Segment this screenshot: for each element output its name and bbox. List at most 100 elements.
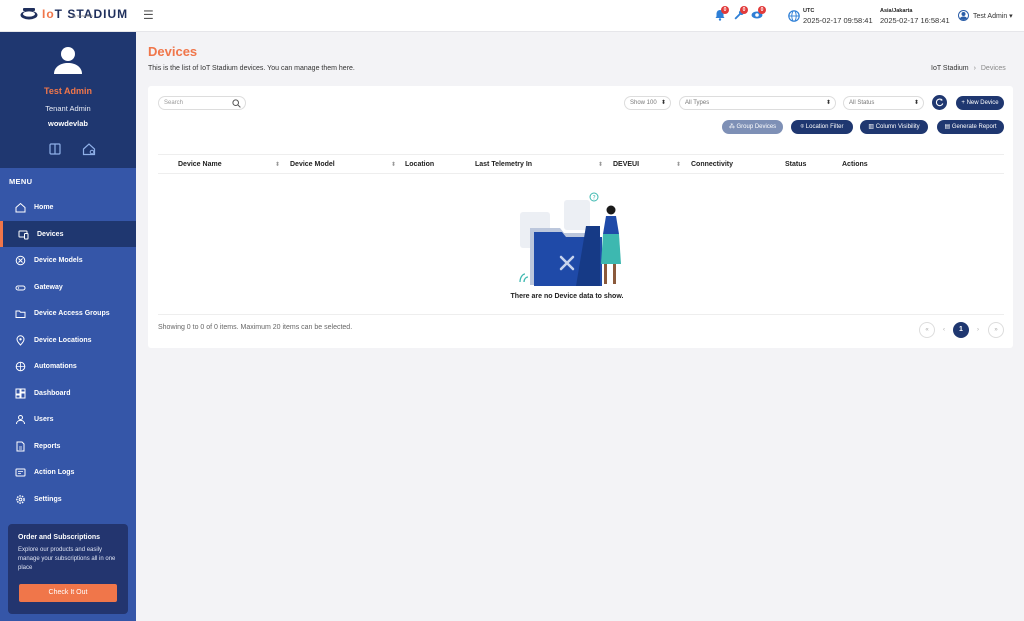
sidebar-item-device-models[interactable]: Device Models bbox=[0, 247, 136, 273]
search-icon bbox=[232, 99, 241, 108]
user-avatar-icon bbox=[958, 10, 969, 21]
watch-eye-icon[interactable]: 0 bbox=[751, 6, 766, 23]
sidebar-item-label: Device Locations bbox=[34, 336, 92, 344]
sidebar-item-home[interactable]: Home bbox=[0, 194, 136, 220]
sidebar-item-automations[interactable]: Automations bbox=[0, 353, 136, 379]
sort-caret-icon: ⬍ bbox=[913, 100, 919, 106]
sidebar-item-action-logs[interactable]: Action Logs bbox=[0, 459, 136, 485]
generate-report-button[interactable]: ▤ Generate Report bbox=[937, 120, 1004, 134]
sidebar-item-label: Gateway bbox=[34, 283, 63, 291]
home-icon bbox=[15, 202, 26, 213]
column-header-last-telemetry[interactable]: Last Telemetry In bbox=[475, 155, 532, 175]
folder-icon bbox=[15, 308, 26, 319]
promo-card: Order and Subscriptions Explore our prod… bbox=[8, 524, 128, 614]
column-header-status[interactable]: Status bbox=[785, 155, 806, 175]
hamburger-menu-icon[interactable]: ☰ bbox=[143, 9, 154, 21]
breadcrumb-root[interactable]: IoT Stadium bbox=[931, 65, 969, 72]
pagination-last-button[interactable]: » bbox=[988, 322, 1004, 338]
profile-panel: Test Admin Tenant Admin wowdevlab bbox=[0, 32, 136, 168]
sidebar-item-label: Action Logs bbox=[34, 468, 75, 476]
sidebar-item-label: Home bbox=[34, 203, 54, 211]
pagination-page-1[interactable]: 1 bbox=[953, 322, 969, 338]
column-header-device-model[interactable]: Device Model bbox=[290, 155, 335, 175]
column-visibility-label: Column Visibility bbox=[875, 124, 920, 130]
pagination-info: Showing 0 to 0 of 0 items. Maximum 20 it… bbox=[158, 324, 353, 331]
svg-text:?: ? bbox=[593, 195, 596, 202]
report-icon bbox=[15, 441, 26, 452]
gateway-icon bbox=[15, 282, 26, 293]
page-title: Devices bbox=[148, 44, 198, 59]
location-pin-icon bbox=[15, 334, 26, 346]
sort-icon[interactable]: ⬍ bbox=[598, 155, 603, 175]
sidebar-item-label: Automations bbox=[34, 362, 77, 370]
top-bar: IoT STADIUM by wowrack ☰ 0 0 0 UTC 2025-… bbox=[0, 0, 1024, 32]
new-device-button[interactable]: + New Device bbox=[956, 96, 1004, 110]
column-header-location[interactable]: Location bbox=[405, 155, 434, 175]
empty-state-message: There are no Device data to show. bbox=[510, 293, 624, 300]
check-it-out-button[interactable]: Check It Out bbox=[19, 584, 117, 602]
column-header-connectivity[interactable]: Connectivity bbox=[691, 155, 733, 175]
sidebar-item-settings[interactable]: Settings bbox=[0, 486, 136, 512]
sort-icon[interactable]: ⬍ bbox=[275, 155, 280, 175]
show-count-value: Show 100 bbox=[630, 100, 657, 106]
pagination-prev-button[interactable]: ‹ bbox=[936, 322, 952, 338]
dashboard-icon bbox=[15, 388, 26, 399]
sidebar-item-label: Users bbox=[34, 415, 54, 423]
sidebar-item-label: Devices bbox=[37, 230, 64, 238]
empty-state-illustration: ? bbox=[516, 192, 644, 288]
sort-icon[interactable]: ⬍ bbox=[391, 155, 396, 175]
watch-count-badge: 0 bbox=[758, 6, 766, 14]
breadcrumb-current: Devices bbox=[980, 65, 1006, 72]
column-header-device-name[interactable]: Device Name bbox=[178, 155, 222, 175]
stadium-logo-icon bbox=[20, 8, 38, 20]
maintenance-count-badge: 0 bbox=[740, 6, 748, 14]
sidebar: Test Admin Tenant Admin wowdevlab MENU H… bbox=[0, 32, 136, 621]
refresh-button[interactable] bbox=[932, 95, 947, 110]
status-value: All Status bbox=[849, 100, 875, 106]
sidebar-item-device-access-groups[interactable]: Device Access Groups bbox=[0, 300, 136, 326]
automation-icon bbox=[15, 361, 26, 372]
profile-avatar-icon bbox=[52, 44, 84, 76]
group-devices-button[interactable]: ⁂ Group Devices bbox=[722, 120, 783, 134]
local-time: 2025-02-17 16:58:41 bbox=[880, 16, 950, 25]
devices-icon bbox=[18, 229, 29, 240]
divider bbox=[158, 314, 1004, 315]
search-input[interactable]: Search bbox=[158, 96, 246, 110]
location-filter-button[interactable]: ⌾ Location Filter bbox=[791, 120, 853, 134]
sidebar-item-device-locations[interactable]: Device Locations bbox=[0, 327, 136, 353]
user-menu[interactable]: Test Admin ▾ bbox=[958, 10, 1013, 21]
sidebar-item-gateway[interactable]: Gateway bbox=[0, 274, 136, 300]
show-count-select[interactable]: Show 100 ⬍ bbox=[624, 96, 671, 110]
action-log-icon bbox=[15, 467, 26, 478]
utc-label: UTC bbox=[803, 8, 815, 14]
utc-time: 2025-02-17 09:58:41 bbox=[803, 16, 873, 25]
column-visibility-button[interactable]: ▥ Column Visibility bbox=[860, 120, 928, 134]
location-filter-label: Location Filter bbox=[805, 124, 844, 130]
sort-icon[interactable]: ⬍ bbox=[676, 155, 681, 175]
device-type-select[interactable]: All Types ⬍ bbox=[679, 96, 836, 110]
pagination-next-button[interactable]: › bbox=[970, 322, 986, 338]
notification-bell-icon[interactable]: 0 bbox=[714, 6, 729, 23]
refresh-icon bbox=[935, 98, 944, 107]
sort-caret-icon: ⬍ bbox=[825, 100, 831, 106]
sidebar-item-label: Device Models bbox=[34, 256, 83, 264]
sidebar-item-dashboard[interactable]: Dashboard bbox=[0, 380, 136, 406]
sidebar-item-devices[interactable]: Devices bbox=[0, 221, 136, 247]
report-icon: ▤ bbox=[944, 124, 952, 130]
column-header-deveui[interactable]: DEVEUI bbox=[613, 155, 639, 175]
sort-caret-icon: ⬍ bbox=[660, 100, 666, 106]
globe-icon bbox=[788, 9, 800, 22]
maintenance-wrench-icon[interactable]: 0 bbox=[733, 6, 748, 23]
sidebar-item-users[interactable]: Users bbox=[0, 406, 136, 432]
local-tz-label: Asia/Jakarta bbox=[880, 8, 913, 14]
sidebar-item-label: Device Access Groups bbox=[34, 309, 110, 317]
sidebar-item-reports[interactable]: Reports bbox=[0, 433, 136, 459]
status-select[interactable]: All Status ⬍ bbox=[843, 96, 924, 110]
user-menu-label: Test Admin ▾ bbox=[973, 12, 1013, 20]
home-settings-icon[interactable] bbox=[82, 142, 96, 156]
devices-card: Search Show 100 ⬍ All Types ⬍ All Status… bbox=[148, 86, 1013, 348]
pagination-first-button[interactable]: « bbox=[919, 322, 935, 338]
table-header: Device Name ⬍ Device Model ⬍ Location La… bbox=[158, 154, 1004, 174]
breadcrumb-separator-icon: › bbox=[973, 65, 976, 72]
book-icon[interactable] bbox=[48, 142, 62, 156]
